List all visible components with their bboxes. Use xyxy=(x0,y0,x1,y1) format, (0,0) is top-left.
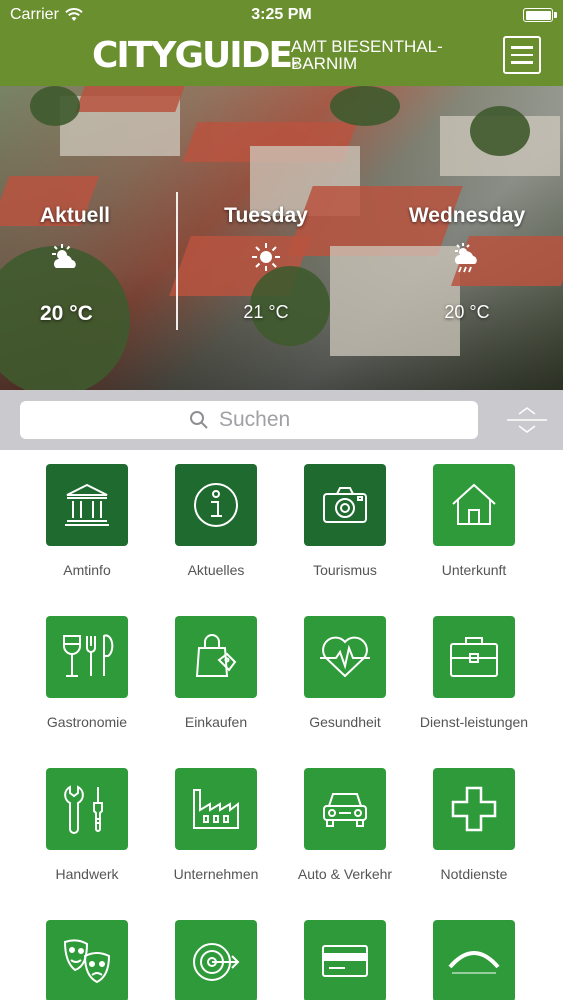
category-label: Gesundheit xyxy=(309,714,381,730)
theater-masks-icon xyxy=(46,920,128,1000)
partly-cloudy-icon xyxy=(52,244,76,268)
factory-icon xyxy=(175,768,257,850)
category-label: Auto & Verkehr xyxy=(297,866,393,882)
app-header: CITYGUIDE ® AMT BIESENTHAL- BARNIM xyxy=(0,30,563,86)
status-time: 3:25 PM xyxy=(251,6,312,23)
weather-day-label: Aktuell xyxy=(40,204,111,227)
category-tile[interactable]: Handwerk xyxy=(12,768,162,882)
category-tile[interactable] xyxy=(399,920,549,1000)
category-label: Aktuelles xyxy=(187,562,245,578)
category-label: Unternehmen xyxy=(173,866,259,882)
search-box[interactable] xyxy=(20,401,478,439)
shopping-bag-icon xyxy=(175,616,257,698)
cityguide-logo: CITYGUIDE ® xyxy=(92,36,299,76)
search-area xyxy=(0,390,563,450)
target-icon xyxy=(175,920,257,1000)
category-label: Handwerk xyxy=(55,866,119,882)
camera-icon xyxy=(304,464,386,546)
category-tile[interactable]: Amtinfo xyxy=(12,464,162,578)
category-label: Tourismus xyxy=(313,562,377,578)
car-icon xyxy=(304,768,386,850)
town-hall-icon xyxy=(46,464,128,546)
category-tile[interactable]: Auto & Verkehr xyxy=(270,768,420,882)
house-icon xyxy=(433,464,515,546)
status-left: Carrier xyxy=(10,6,83,24)
category-tile[interactable]: Einkaufen xyxy=(141,616,291,730)
status-bar: Carrier 3:25 PM xyxy=(0,0,563,30)
category-label: Dienst-leistungen xyxy=(419,714,529,730)
medical-cross-icon xyxy=(433,768,515,850)
tools-icon xyxy=(46,768,128,850)
weather-hero: Aktuell 20 °C Tuesday 21 °C Wednesday 20… xyxy=(0,86,563,390)
category-tile[interactable]: Notdienste xyxy=(399,768,549,882)
sun-icon xyxy=(252,243,280,271)
place-name-line1: AMT BIESENTHAL- xyxy=(291,37,443,56)
search-icon xyxy=(190,411,208,429)
category-tile[interactable]: Tourismus xyxy=(270,464,420,578)
battery-fill xyxy=(525,10,551,20)
carrier-label: Carrier xyxy=(10,6,59,23)
category-tile[interactable] xyxy=(270,920,420,1000)
weather-temp: 20 °C xyxy=(444,302,490,322)
weather-day-label: Tuesday xyxy=(224,204,308,227)
weather-current: Aktuell 20 °C xyxy=(40,204,110,326)
card-icon xyxy=(304,920,386,1000)
category-tile[interactable]: Gastronomie xyxy=(12,616,162,730)
weather-divider xyxy=(176,192,178,330)
category-tile[interactable]: Dienst-leistungen xyxy=(399,616,549,730)
category-label: Gastronomie xyxy=(46,714,128,730)
category-label: Unterkunft xyxy=(441,562,507,578)
weather-temp: 20 °C xyxy=(40,302,93,325)
category-tile[interactable]: Unterkunft xyxy=(399,464,549,578)
logo-text: CITYGUIDE xyxy=(92,35,293,76)
rain-cloud-icon xyxy=(455,243,477,273)
info-icon xyxy=(175,464,257,546)
briefcase-icon xyxy=(433,616,515,698)
wifi-icon xyxy=(65,8,83,21)
battery-icon xyxy=(523,8,557,22)
hamburger-menu-icon[interactable] xyxy=(503,36,541,74)
place-name: AMT BIESENTHAL- BARNIM xyxy=(291,38,481,72)
weather-wednesday: Wednesday 20 °C xyxy=(402,204,532,323)
category-tile[interactable] xyxy=(12,920,162,1000)
expand-collapse-icon[interactable] xyxy=(507,404,547,436)
weather-temp: 21 °C xyxy=(243,302,289,322)
weather-day-label: Wednesday xyxy=(408,204,526,227)
place-name-line2: BARNIM xyxy=(291,54,358,73)
heartbeat-icon xyxy=(304,616,386,698)
category-tile[interactable]: Aktuelles xyxy=(141,464,291,578)
search-input[interactable] xyxy=(219,408,309,432)
category-label: Notdienste xyxy=(440,866,508,882)
category-tile[interactable] xyxy=(141,920,291,1000)
weather-tuesday: Tuesday 21 °C xyxy=(222,204,310,323)
partner-logo-icon xyxy=(433,920,515,1000)
category-label: Einkaufen xyxy=(184,714,248,730)
category-tile[interactable]: Gesundheit xyxy=(270,616,420,730)
category-tile[interactable]: Unternehmen xyxy=(141,768,291,882)
wine-cutlery-icon xyxy=(46,616,128,698)
category-label: Amtinfo xyxy=(63,562,111,578)
